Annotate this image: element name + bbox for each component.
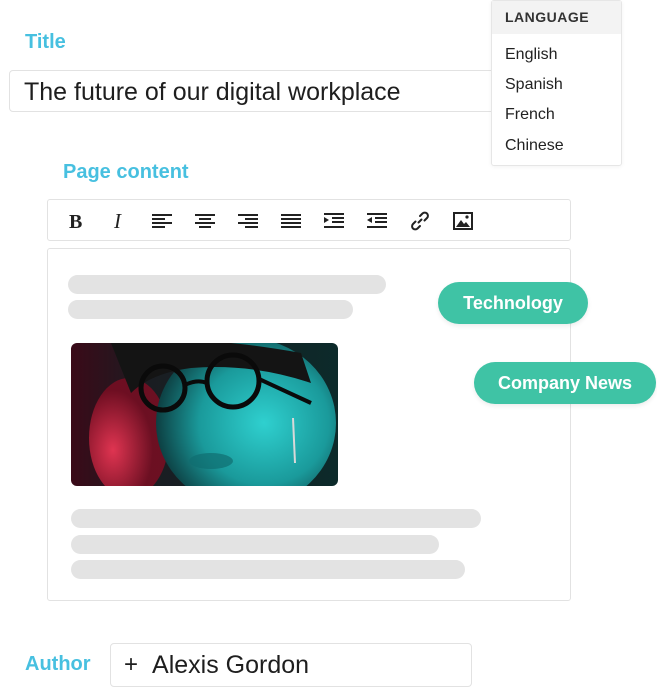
- text-placeholder-line: [71, 560, 465, 579]
- text-placeholder-line: [68, 300, 353, 319]
- text-placeholder-line: [68, 275, 386, 294]
- title-input[interactable]: The future of our digital workplace: [9, 70, 529, 112]
- italic-icon[interactable]: I: [108, 210, 130, 232]
- title-label: Title: [25, 31, 66, 53]
- align-left-icon[interactable]: [151, 210, 173, 232]
- text-placeholder-line: [71, 509, 481, 528]
- tag-company-news[interactable]: Company News: [474, 362, 656, 404]
- tag-technology[interactable]: Technology: [438, 282, 588, 324]
- text-placeholder-line: [71, 535, 439, 554]
- image-icon[interactable]: [452, 210, 474, 232]
- outdent-icon[interactable]: [366, 210, 388, 232]
- language-option-english[interactable]: English: [505, 46, 557, 64]
- link-icon[interactable]: [409, 210, 431, 232]
- svg-text:B: B: [69, 211, 82, 231]
- portrait-image: [71, 343, 338, 486]
- bold-icon[interactable]: B: [65, 210, 87, 232]
- language-option-french[interactable]: French: [505, 106, 555, 124]
- language-dropdown-header: LANGUAGE: [492, 1, 621, 34]
- author-name: Alexis Gordon: [152, 650, 310, 679]
- indent-icon[interactable]: [323, 210, 345, 232]
- align-justify-icon[interactable]: [280, 210, 302, 232]
- author-field[interactable]: + Alexis Gordon: [110, 643, 472, 687]
- svg-text:I: I: [113, 211, 122, 231]
- author-label: Author: [25, 653, 91, 675]
- align-right-icon[interactable]: [237, 210, 259, 232]
- language-option-chinese[interactable]: Chinese: [505, 137, 564, 155]
- page-content-label: Page content: [63, 161, 189, 183]
- add-author-icon[interactable]: +: [124, 651, 138, 679]
- align-center-icon[interactable]: [194, 210, 216, 232]
- editor-toolbar: B I: [47, 199, 571, 241]
- language-dropdown: LANGUAGE English Spanish French Chinese: [491, 0, 622, 166]
- language-option-spanish[interactable]: Spanish: [505, 76, 563, 94]
